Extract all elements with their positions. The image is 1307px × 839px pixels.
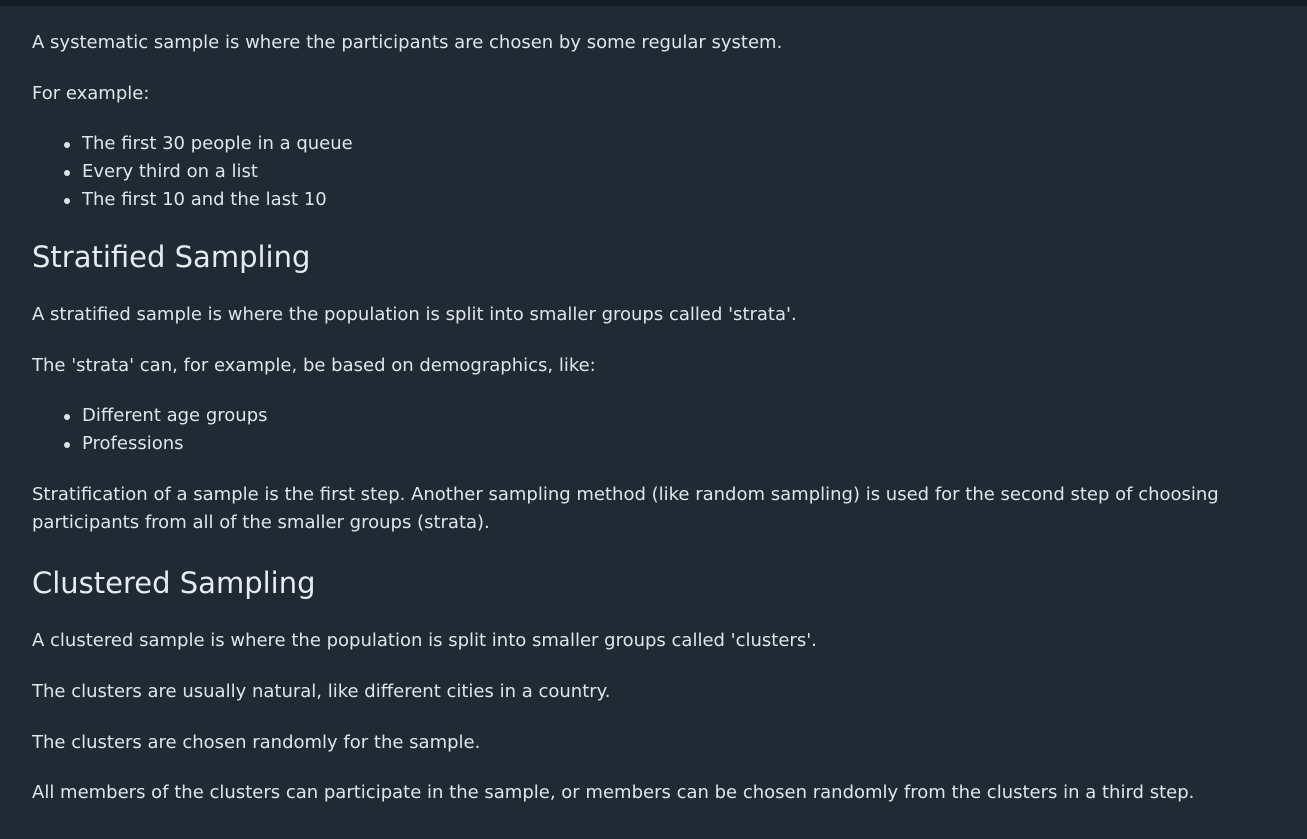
list-item: The first 30 people in a queue bbox=[64, 130, 353, 158]
stratified-list: Different age groups Professions bbox=[32, 402, 268, 458]
clustered-heading: Clustered Sampling bbox=[32, 566, 316, 600]
list-item: Every third on a list bbox=[64, 158, 353, 186]
list-item: Professions bbox=[64, 430, 268, 458]
clustered-paragraph-1: A clustered sample is where the populati… bbox=[32, 630, 817, 651]
example-lead-paragraph: For example: bbox=[32, 83, 150, 104]
top-bar bbox=[0, 0, 1307, 6]
clustered-paragraph-4: All members of the clusters can particip… bbox=[32, 782, 1195, 803]
systematic-intro-paragraph: A systematic sample is where the partici… bbox=[32, 32, 783, 53]
stratified-paragraph-2: The 'strata' can, for example, be based … bbox=[32, 355, 596, 376]
systematic-examples-list: The first 30 people in a queue Every thi… bbox=[32, 130, 353, 214]
clustered-paragraph-2: The clusters are usually natural, like d… bbox=[32, 681, 611, 702]
stratified-paragraph-3: Stratification of a sample is the first … bbox=[32, 484, 1219, 533]
list-item: Different age groups bbox=[64, 402, 268, 430]
clustered-paragraph-3: The clusters are chosen randomly for the… bbox=[32, 732, 481, 753]
list-item: The first 10 and the last 10 bbox=[64, 186, 353, 214]
stratified-paragraph-1: A stratified sample is where the populat… bbox=[32, 304, 797, 325]
stratified-heading: Stratified Sampling bbox=[32, 240, 311, 274]
